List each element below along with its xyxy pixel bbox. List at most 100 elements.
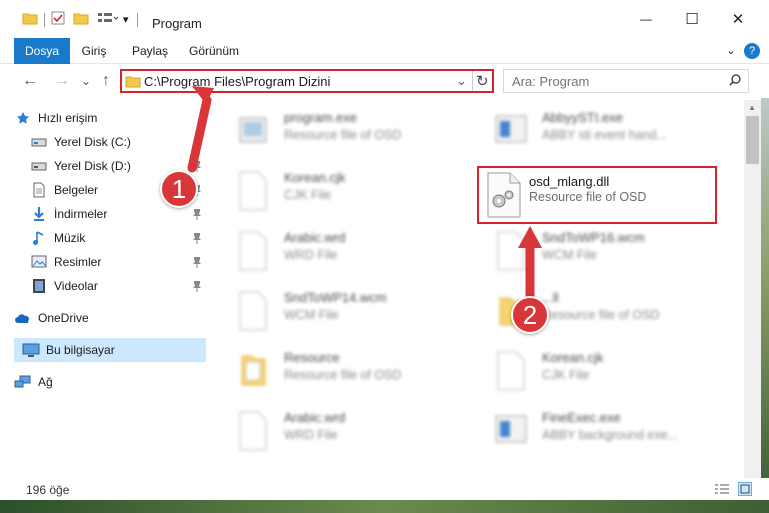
- file-name: Resource: [284, 350, 340, 365]
- sidebar-item-pictures[interactable]: Resimler: [14, 250, 206, 274]
- properties-icon[interactable]: [51, 11, 65, 28]
- list-item[interactable]: Arabic.wrd WRD File: [210, 222, 460, 278]
- divider: [136, 12, 138, 27]
- address-path[interactable]: C:\Program Files\Program Dizini: [144, 74, 330, 89]
- list-item[interactable]: Korean.cjk CJK File: [210, 162, 460, 218]
- file-name: FineExec.exe: [542, 410, 621, 425]
- pictures-icon: [30, 254, 48, 270]
- scrollbar-thumb[interactable]: [746, 116, 759, 164]
- quick-access-toolbar: ▾: [22, 11, 146, 28]
- video-icon: [30, 278, 48, 294]
- sidebar-item-network[interactable]: Ağ: [14, 370, 206, 394]
- document-file-icon: [232, 408, 272, 452]
- step-2-badge: 2: [511, 296, 549, 334]
- document-file-icon: [232, 228, 272, 272]
- close-button[interactable]: ✕: [715, 0, 761, 38]
- sidebar-item-videos[interactable]: Videolar: [14, 274, 206, 298]
- list-item[interactable]: SndToWP14.wcm WCM File: [210, 282, 460, 338]
- list-item[interactable]: Korean.cjk CJK File: [468, 342, 718, 398]
- folder-icon: [232, 348, 272, 392]
- file-type: ABBY background exe...: [542, 428, 678, 442]
- folder-icon: [125, 74, 141, 91]
- search-icon[interactable]: [728, 73, 742, 90]
- star-icon: [14, 110, 32, 126]
- sidebar-item-label: Resimler: [54, 255, 102, 269]
- file-type: Resource file of OSD: [284, 128, 402, 142]
- sidebar-item-label: Yerel Disk (C:): [54, 135, 131, 149]
- search-input[interactable]: [512, 73, 722, 89]
- sidebar-item-label: Bu bilgisayar: [46, 343, 115, 357]
- tab-gorunum[interactable]: Görünüm: [188, 38, 240, 64]
- vertical-scrollbar[interactable]: ▲: [744, 100, 761, 478]
- folder-icon: [22, 11, 38, 28]
- customize-icon[interactable]: [97, 11, 119, 28]
- recent-locations-button[interactable]: ⌄: [76, 71, 96, 91]
- new-folder-icon[interactable]: [73, 11, 89, 28]
- drive-icon: [30, 158, 48, 174]
- large-icons-view-icon[interactable]: [738, 482, 752, 496]
- computer-icon: [22, 342, 40, 358]
- list-item[interactable]: FineExec.exe ABBY background exe...: [468, 402, 718, 458]
- sidebar-item-this-pc[interactable]: Bu bilgisayar: [14, 338, 206, 362]
- file-type: ABBY sti event hand...: [542, 128, 667, 142]
- address-bar[interactable]: C:\Program Files\Program Dizini ⌄ ↻: [120, 69, 494, 93]
- file-type: WCM File: [542, 248, 597, 262]
- network-icon: [14, 374, 32, 390]
- address-dropdown-button[interactable]: ⌄: [456, 73, 467, 89]
- file-name: SndToWP16.wcm: [542, 230, 645, 245]
- sidebar-item-label: OneDrive: [38, 311, 89, 325]
- file-type: Resource file of OSD: [284, 368, 402, 382]
- exe-file-icon: [232, 108, 272, 152]
- divider: [472, 71, 473, 91]
- pin-icon: [192, 208, 202, 220]
- tab-paylas[interactable]: Paylaş: [128, 38, 172, 64]
- sidebar-item-local-disk-c[interactable]: Yerel Disk (C:): [14, 130, 206, 154]
- tab-dosya[interactable]: Dosya: [14, 38, 70, 64]
- search-box[interactable]: [503, 69, 749, 93]
- sidebar-item-label: İndirmeler: [54, 207, 108, 221]
- sidebar-item-quick-access[interactable]: Hızlı erişim: [14, 106, 206, 130]
- back-button[interactable]: ←: [20, 71, 40, 91]
- dll-file-icon: [484, 171, 524, 219]
- help-icon[interactable]: ?: [744, 43, 760, 59]
- chevron-down-icon[interactable]: ▾: [123, 13, 129, 26]
- list-item[interactable]: Arabic.wrd WRD File: [210, 402, 460, 458]
- scroll-up-icon[interactable]: ▲: [748, 103, 756, 112]
- refresh-button[interactable]: ↻: [476, 72, 489, 90]
- status-bar: 196 öğe: [0, 478, 769, 500]
- file-type: CJK File: [542, 368, 590, 382]
- list-item[interactable]: AbbyySTI.exe ABBY sti event hand...: [468, 102, 718, 158]
- file-type: Resource file of OSD: [542, 308, 660, 322]
- file-list: program.exe Resource file of OSD AbbyyST…: [210, 100, 744, 478]
- sidebar-item-music[interactable]: Müzik: [14, 226, 206, 250]
- sidebar-item-onedrive[interactable]: OneDrive: [14, 306, 206, 330]
- sidebar-item-label: Ağ: [38, 375, 53, 389]
- list-item[interactable]: Resource Resource file of OSD: [210, 342, 460, 398]
- file-type: WRD File: [284, 428, 338, 442]
- details-view-icon[interactable]: [714, 483, 730, 498]
- cloud-icon: [14, 310, 32, 326]
- navigation-pane: Hızlı erişim Yerel Disk (C:) Yerel Disk …: [0, 100, 210, 478]
- forward-button[interactable]: →: [52, 71, 72, 91]
- tab-giris[interactable]: Giriş: [78, 38, 110, 64]
- highlighted-file-osd-mlang[interactable]: osd_mlang.dll Resource file of OSD: [477, 166, 717, 224]
- list-item[interactable]: SndToWP16.wcm WCM File: [468, 222, 718, 278]
- title-bar: ▾ Program — ☐ ✕: [0, 0, 769, 38]
- document-file-icon: [232, 168, 272, 212]
- list-item[interactable]: program.exe Resource file of OSD: [210, 102, 460, 158]
- file-type: Resource file of OSD: [529, 190, 647, 204]
- divider: [44, 12, 45, 27]
- maximize-button[interactable]: ☐: [669, 0, 715, 38]
- file-type: WRD File: [284, 248, 338, 262]
- ribbon-expand-icon[interactable]: ⌄: [720, 38, 742, 64]
- wallpaper-right-edge: [761, 40, 769, 500]
- item-count: 196 öğe: [26, 483, 70, 497]
- up-button[interactable]: ↑: [96, 71, 116, 91]
- minimize-button[interactable]: —: [623, 0, 669, 38]
- list-item[interactable]: ...ll Resource file of OSD: [468, 282, 718, 338]
- step-1-badge: 1: [160, 170, 198, 208]
- documents-icon: [30, 182, 48, 198]
- file-type: CJK File: [284, 188, 332, 202]
- file-name: Korean.cjk: [542, 350, 604, 365]
- ribbon: Dosya Giriş Paylaş Görünüm ⌄ ?: [0, 38, 769, 64]
